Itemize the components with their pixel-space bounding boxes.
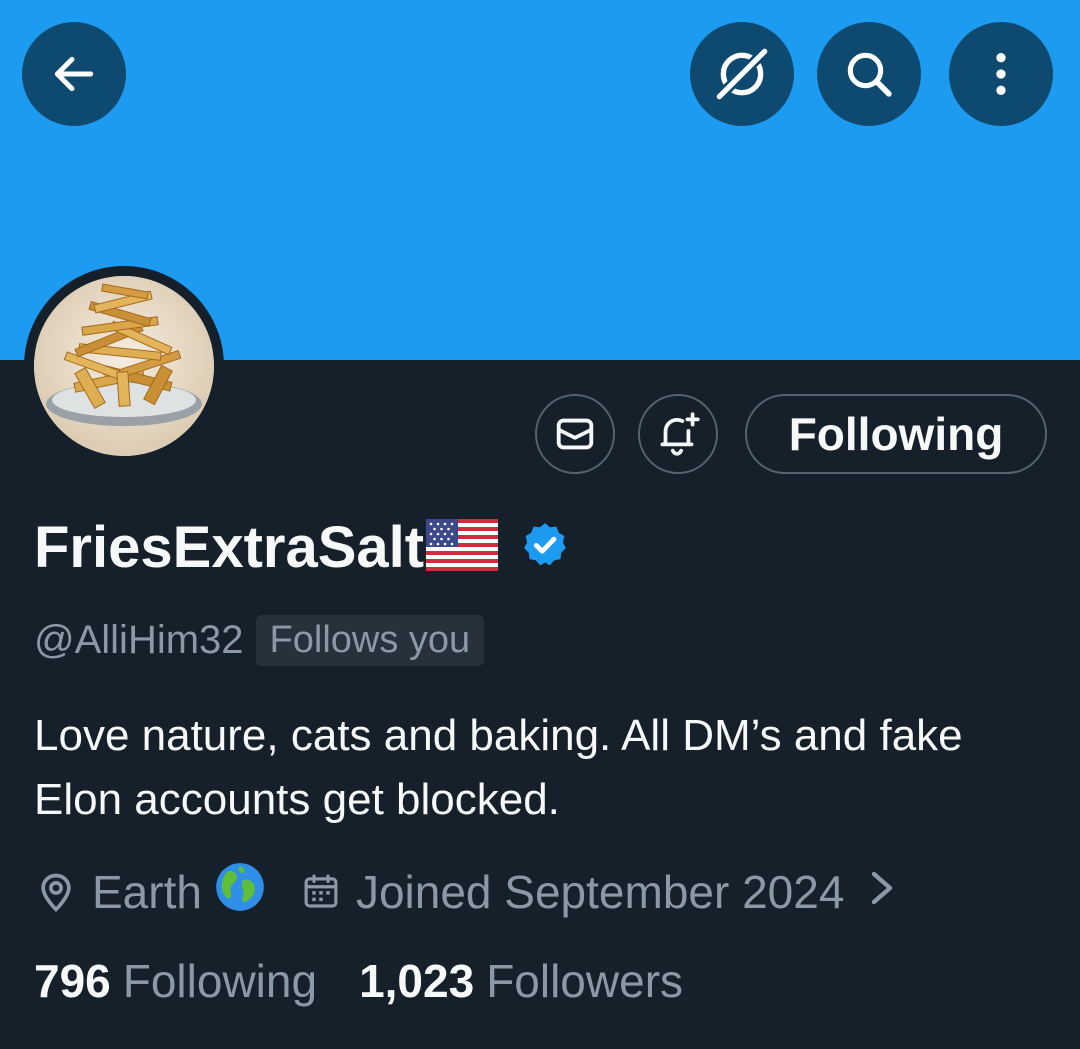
back-button[interactable] (22, 22, 126, 126)
us-flag-icon (426, 518, 499, 576)
following-count: 796 (34, 955, 111, 1007)
verified-badge-icon[interactable] (520, 520, 570, 575)
profile-meta-row: Earth Joined September 2024 (34, 862, 896, 922)
calendar-icon (304, 874, 338, 908)
envelope-icon (556, 418, 594, 450)
message-button[interactable] (535, 394, 615, 474)
followers-stat[interactable]: 1,023 Followers (359, 954, 683, 1008)
joined-item[interactable]: Joined September 2024 (300, 865, 896, 919)
french-fries-avatar-image (34, 276, 214, 456)
grok-button[interactable] (690, 22, 794, 126)
follow-stats-row: 796 Following 1,023 Followers (34, 954, 683, 1008)
location-pin-icon (41, 873, 71, 912)
more-vertical-icon (996, 53, 1006, 95)
location-item: Earth (34, 861, 266, 924)
notifications-button[interactable] (638, 394, 718, 474)
user-handle: @AlliHim32 (34, 617, 244, 662)
avatar[interactable] (24, 266, 224, 466)
display-name: FriesExtraSalt (34, 514, 425, 580)
grok-icon (715, 47, 769, 101)
location-text: Earth (92, 866, 202, 918)
following-stat[interactable]: 796 Following (34, 954, 317, 1008)
followers-label: Followers (486, 955, 684, 1007)
search-button[interactable] (817, 22, 921, 126)
profile-page: Following FriesExtraSalt @AlliHim32 Foll… (0, 0, 1080, 1049)
followers-count: 1,023 (359, 955, 475, 1007)
bell-plus-icon (660, 412, 700, 456)
profile-bio: Love nature, cats and baking. All DM’s a… (34, 711, 963, 824)
more-options-button[interactable] (949, 22, 1053, 126)
follows-you-badge: Follows you (255, 614, 485, 666)
globe-icon (214, 861, 266, 924)
following-label: Following (122, 955, 318, 1007)
following-button[interactable]: Following (745, 394, 1047, 474)
display-name-row: FriesExtraSalt (34, 512, 570, 582)
search-icon (847, 52, 892, 97)
arrow-left-icon (54, 56, 94, 92)
chevron-right-icon[interactable] (868, 865, 896, 919)
handle-row: @AlliHim32 Follows you (34, 612, 485, 668)
joined-text: Joined September 2024 (355, 866, 845, 918)
